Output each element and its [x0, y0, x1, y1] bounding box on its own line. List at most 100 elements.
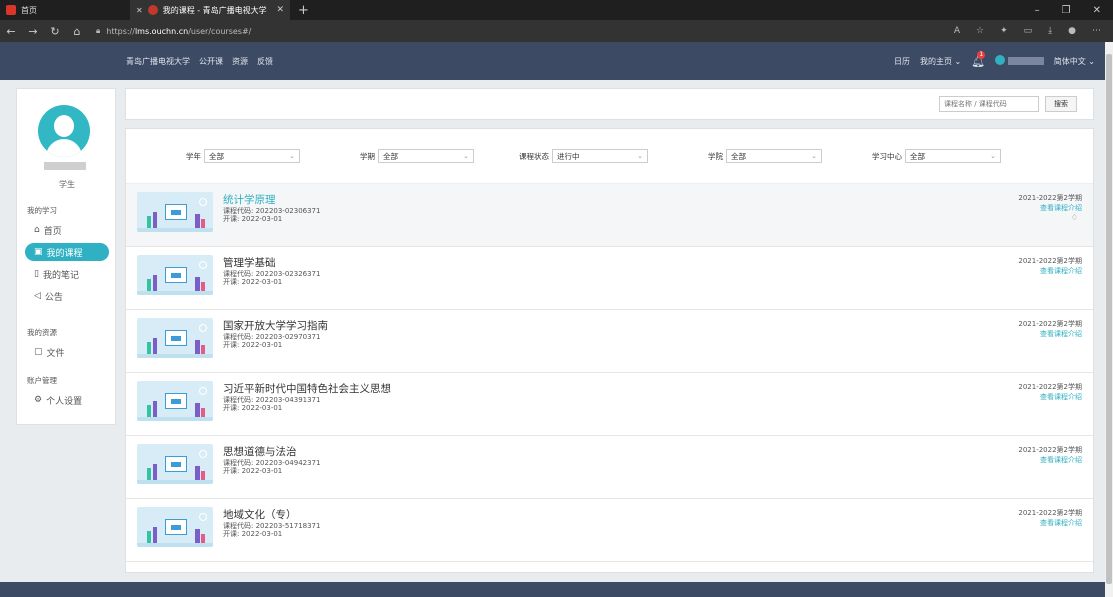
my-home-label: 我的主页 [919, 56, 952, 66]
new-tab-icon[interactable]: + [290, 3, 317, 18]
note-icon: ▯ [34, 269, 39, 279]
course-term: 2021-2022第2学期 [1018, 257, 1082, 265]
select-value: 进行中 [557, 151, 580, 161]
course-notification-icon[interactable]: ♢ [1071, 213, 1078, 222]
sidebar-item-home[interactable]: ⌂ 首页 [25, 221, 109, 239]
my-home-menu[interactable]: 我的主页 ⌄ [920, 56, 961, 67]
course-title[interactable]: 管理学基础 [223, 255, 276, 270]
course-thumbnail[interactable] [137, 318, 213, 358]
sidebar-item-my-notes[interactable]: ▯ 我的笔记 [25, 265, 109, 283]
view-course-intro-link[interactable]: 查看课程介绍 [1040, 203, 1082, 213]
course-row[interactable]: 管理学基础 课程代码: 202203-02326371 开课: 2022-03-… [126, 247, 1093, 310]
sidebar-item-label: 文件 [46, 348, 65, 359]
notification-badge: 1 [977, 50, 986, 59]
home-browser-icon[interactable]: ⌂ [66, 25, 88, 38]
learning-center-select[interactable]: 全部 ⌄ [905, 149, 1001, 163]
collections-icon[interactable]: ▭ [1024, 26, 1033, 36]
close-tab-icon[interactable]: ✕ [276, 5, 284, 15]
semester-select[interactable]: 全部 ⌄ [378, 149, 474, 163]
chevron-down-icon: ⌄ [811, 152, 817, 160]
filter-label: 学习中心 [872, 151, 902, 161]
file-icon: ▢ [34, 347, 43, 357]
browser-tab-home[interactable]: 首页 [0, 0, 130, 20]
sidebar-item-files[interactable]: ▢ 文件 [25, 343, 109, 361]
browser-tab-courses[interactable]: ✕ 我的课程 - 青岛广播电视大学 ✕ [130, 0, 290, 20]
favorite-star-icon[interactable]: ☆ [976, 26, 984, 36]
sidebar-item-announcements[interactable]: ◁ 公告 [25, 287, 109, 305]
language-menu[interactable]: 简体中文 ⌄ [1054, 56, 1095, 67]
filter-status: 课程状态 进行中 ⌄ [519, 149, 648, 163]
course-search-input[interactable] [939, 96, 1039, 112]
forward-icon[interactable]: → [22, 25, 44, 38]
close-tab-icon[interactable]: ✕ [136, 6, 143, 15]
url-field[interactable]: 🔒︎ https://lms.ouchn.cn/user/courses#/ [96, 26, 251, 36]
course-title[interactable]: 国家开放大学学习指南 [223, 318, 328, 333]
home-icon: ⌂ [34, 225, 40, 235]
filter-learning-center: 学习中心 全部 ⌄ [872, 149, 1001, 163]
course-thumbnail[interactable] [137, 444, 213, 484]
download-icon[interactable]: ⤓ [1048, 26, 1052, 36]
back-icon[interactable]: ← [0, 25, 22, 38]
scrollbar-thumb[interactable] [1106, 54, 1112, 584]
more-menu-icon[interactable]: ⋯ [1092, 26, 1101, 36]
browser-tab-bar: 首页 ✕ 我的课程 - 青岛广播电视大学 ✕ + – ❐ ✕ [0, 0, 1113, 20]
course-row[interactable]: 思想道德与法治 课程代码: 202203-04942371 开课: 2022-0… [126, 436, 1093, 499]
sidebar-item-my-courses[interactable]: ▣ 我的课程 [25, 243, 109, 261]
content-area: 搜索 学年 全部 ⌄ 学期 全部 ⌄ 课程状态 进行中 ⌄ 学院 全部 ⌄ [125, 88, 1094, 573]
year-select[interactable]: 全部 ⌄ [204, 149, 300, 163]
view-course-intro-link[interactable]: 查看课程介绍 [1040, 455, 1082, 465]
search-button[interactable]: 搜索 [1045, 96, 1077, 112]
view-course-intro-link[interactable]: 查看课程介绍 [1040, 518, 1082, 528]
extensions-icon[interactable]: ✦ [1000, 26, 1008, 36]
sidebar-item-settings[interactable]: ⚙︎ 个人设置 [25, 391, 109, 409]
course-title[interactable]: 思想道德与法治 [223, 444, 297, 459]
close-window-icon[interactable]: ✕ [1093, 5, 1101, 16]
settings-icon: ⚙︎ [34, 395, 43, 405]
section-my-resources: 我的资源 [27, 328, 57, 337]
filter-bar: 学年 全部 ⌄ 学期 全部 ⌄ 课程状态 进行中 ⌄ 学院 全部 ⌄ 学习中心 全部 [126, 129, 1093, 184]
chevron-down-icon: ⌄ [637, 152, 643, 160]
user-menu[interactable] [995, 55, 1044, 67]
site-header: 青岛广播电视大学 公开课 资源 反馈 日历 我的主页 ⌄ 🔔︎ 1 简体中文 ⌄ [0, 42, 1105, 80]
course-thumbnail[interactable] [137, 507, 213, 547]
sidebar-item-label: 公告 [44, 292, 63, 303]
course-row[interactable]: 统计学原理 课程代码: 202203-02306371 开课: 2022-03-… [126, 184, 1093, 247]
view-course-intro-link[interactable]: 查看课程介绍 [1040, 392, 1082, 402]
course-title[interactable]: 习近平新时代中国特色社会主义思想 [223, 381, 391, 396]
minimize-icon[interactable]: – [1035, 5, 1040, 16]
nav-school[interactable]: 青岛广播电视大学 [126, 56, 190, 67]
view-course-intro-link[interactable]: 查看课程介绍 [1040, 266, 1082, 276]
college-select[interactable]: 全部 ⌄ [726, 149, 822, 163]
chevron-down-icon: ⌄ [990, 152, 996, 160]
nav-feedback[interactable]: 反馈 [257, 56, 273, 67]
tab-title: 我的课程 - 青岛广播电视大学 [162, 5, 267, 15]
course-row[interactable]: 地域文化（专） 课程代码: 202203-51718371 开课: 2022-0… [126, 499, 1093, 562]
course-thumbnail[interactable] [137, 381, 213, 421]
restore-icon[interactable]: ❐ [1062, 5, 1071, 16]
nav-open-courses[interactable]: 公开课 [199, 56, 223, 67]
vertical-scrollbar[interactable] [1105, 42, 1113, 597]
status-select[interactable]: 进行中 ⌄ [552, 149, 648, 163]
user-role: 学生 [59, 180, 75, 189]
course-thumbnail[interactable] [137, 192, 213, 232]
nav-resources[interactable]: 资源 [232, 56, 248, 67]
read-aloud-icon[interactable]: A [954, 26, 960, 36]
notification-bell-icon[interactable]: 🔔︎ 1 [971, 50, 986, 68]
course-thumbnail[interactable] [137, 255, 213, 295]
view-course-intro-link[interactable]: 查看课程介绍 [1040, 329, 1082, 339]
avatar[interactable] [38, 105, 90, 157]
browser-toolbar: A ☆ ✦ ▭ ⤓ ● ⋯ [954, 26, 1113, 36]
search-bar: 搜索 [125, 88, 1094, 120]
course-title[interactable]: 地域文化（专） [223, 507, 297, 522]
sidebar: 学生 我的学习 ⌂ 首页 ▣ 我的课程 ▯ 我的笔记 ◁ 公告 我的资源 ▢ 文件 账户管… [16, 88, 116, 425]
course-row[interactable]: 国家开放大学学习指南 课程代码: 202203-02970371 开课: 202… [126, 310, 1093, 373]
filter-label: 学年 [186, 151, 201, 161]
course-row[interactable]: 习近平新时代中国特色社会主义思想 课程代码: 202203-04391371 开… [126, 373, 1093, 436]
sidebar-item-label: 首页 [43, 226, 62, 237]
calendar-link[interactable]: 日历 [894, 56, 910, 67]
refresh-icon[interactable]: ↻ [44, 25, 66, 38]
profile-icon[interactable]: ● [1068, 26, 1076, 36]
course-title[interactable]: 统计学原理 [223, 192, 276, 207]
url-prefix: https:// [106, 26, 135, 36]
select-value: 全部 [731, 151, 746, 161]
